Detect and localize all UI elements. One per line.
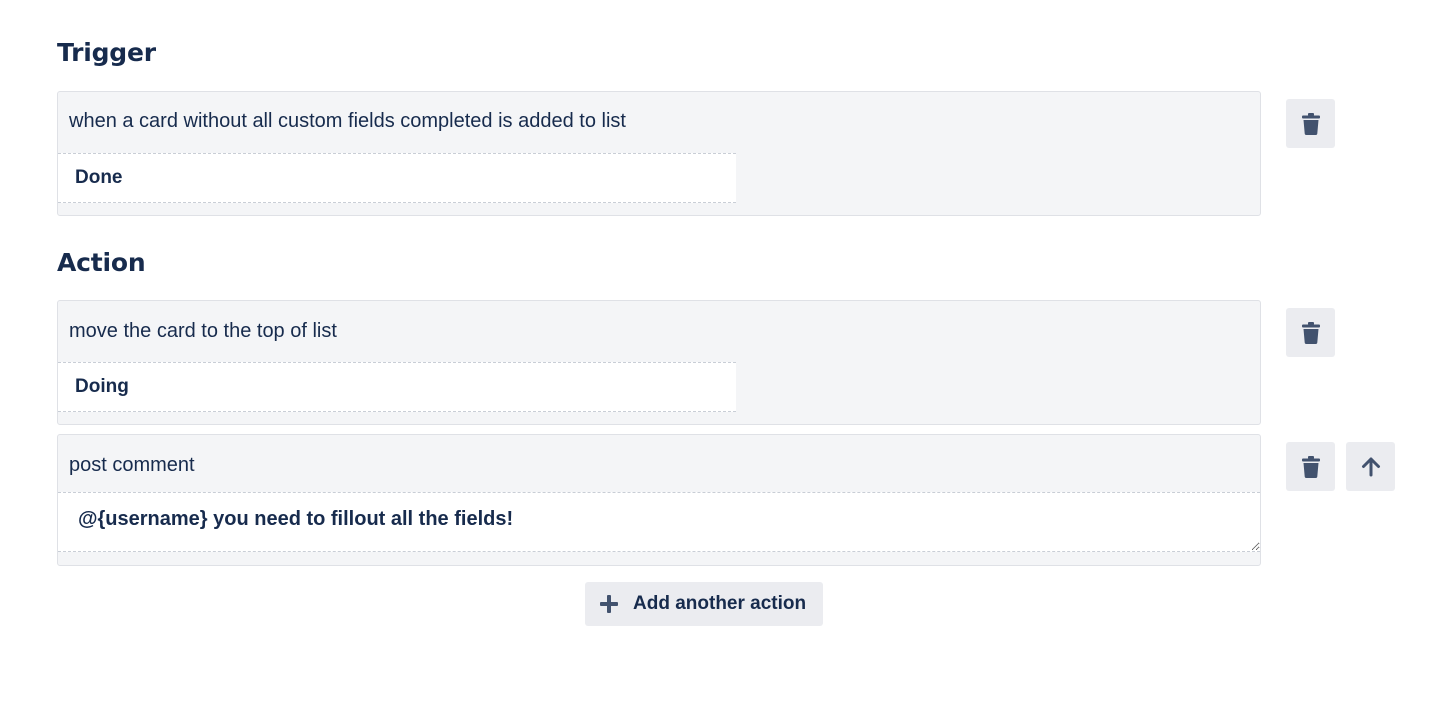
trigger-list-value: Done [75, 167, 123, 188]
comment-input[interactable]: @{username} you need to fillout all the … [58, 492, 1260, 552]
action-move-description: move the card to the top of list [69, 320, 337, 342]
move-up-button[interactable] [1346, 442, 1395, 491]
action-list-value: Doing [75, 376, 129, 397]
trash-icon [1301, 455, 1320, 478]
action-comment-delete-button[interactable] [1286, 442, 1335, 491]
action-card-comment: post comment @{username} you need to fil… [57, 434, 1261, 566]
rule-editor: Trigger when a card without all custom f… [0, 0, 1456, 710]
action-card-move: move the card to the top of list Doing [57, 300, 1261, 425]
plus-icon [600, 595, 618, 613]
trash-icon [1301, 321, 1320, 344]
add-action-button[interactable]: Add another action [585, 582, 823, 626]
trigger-heading: Trigger [57, 38, 156, 67]
arrow-up-icon [1361, 457, 1380, 476]
trash-icon [1301, 112, 1320, 135]
trigger-list-select[interactable]: Done [58, 153, 736, 203]
trigger-description: when a card without all custom fields co… [69, 110, 626, 132]
trigger-delete-button[interactable] [1286, 99, 1335, 148]
action-comment-description: post comment [69, 454, 195, 476]
action-heading: Action [57, 248, 146, 277]
action-list-select[interactable]: Doing [58, 362, 736, 412]
action-move-delete-button[interactable] [1286, 308, 1335, 357]
add-action-label: Add another action [633, 593, 807, 614]
trigger-card: when a card without all custom fields co… [57, 91, 1261, 216]
